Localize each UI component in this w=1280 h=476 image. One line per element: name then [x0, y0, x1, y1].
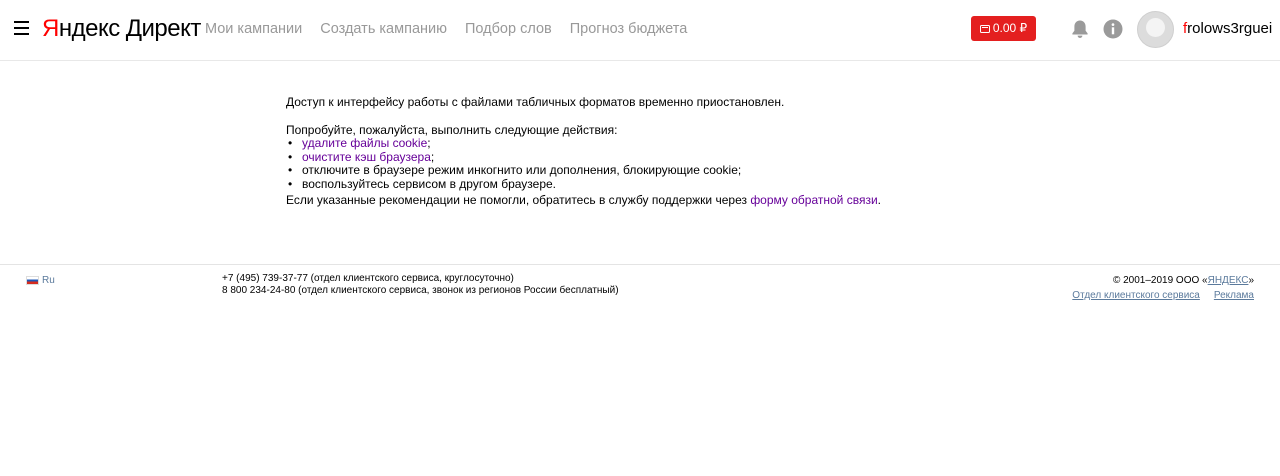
- footer-divider: [0, 264, 1280, 265]
- support-phones: +7 (495) 739-37-77 (отдел клиентского се…: [222, 273, 619, 297]
- footer-links: Отдел клиентского сервиса Реклама: [1072, 290, 1254, 302]
- list-item-suffix: ;: [430, 149, 435, 164]
- client-service-link[interactable]: Отдел клиентского сервиса: [1072, 290, 1200, 302]
- list-item-text: отключите в браузере режим инкогнито или…: [302, 163, 742, 177]
- nav-my-campaigns[interactable]: Мои кампании: [205, 20, 302, 38]
- header: Яндекс Директ Мои кампании Создать кампан…: [0, 0, 1280, 61]
- instructions-intro: Попробуйте, пожалуйста, выполнить следую…: [286, 122, 618, 137]
- balance-amount: 0.00 ₽: [992, 21, 1028, 35]
- wallet-icon: [979, 24, 990, 33]
- list-item: отключите в браузере режим инкогнито или…: [286, 163, 986, 178]
- russia-flag-icon: [26, 276, 39, 285]
- list-item-text: воспользуйтесь сервисом в другом браузер…: [302, 176, 557, 191]
- phone-moscow: +7 (495) 739-37-77 (отдел клиентского се…: [222, 273, 514, 284]
- advertising-link[interactable]: Реклама: [1214, 290, 1254, 302]
- error-lead-text: Доступ к интерфейсу работы с файлами таб…: [286, 95, 785, 109]
- support-text: Если указанные рекомендации не помогли, …: [286, 193, 986, 208]
- yandex-link[interactable]: ЯНДЕКС: [1208, 275, 1249, 286]
- error-message: Доступ к интерфейсу работы с файлами таб…: [286, 95, 986, 208]
- clear-cache-link[interactable]: очистите кэш браузера: [302, 150, 431, 164]
- avatar[interactable]: [1137, 11, 1174, 48]
- instructions-list: удалите файлы cookie; очистите кэш брауз…: [286, 136, 986, 192]
- logo-product-text: Директ: [125, 15, 202, 42]
- username-rest: rolows3rguei: [1187, 20, 1273, 37]
- support-text-lead: Если указанные рекомендации не помогли, …: [286, 193, 751, 207]
- list-item: удалите файлы cookie;: [286, 136, 986, 151]
- language-switcher[interactable]: Ru: [26, 275, 55, 286]
- bell-icon[interactable]: [1069, 18, 1091, 40]
- list-item: воспользуйтесь сервисом в другом браузер…: [286, 176, 986, 192]
- yandex-direct-logo[interactable]: Яндекс Директ: [42, 14, 201, 44]
- phone-free: 8 800 234-24-80 (отдел клиентского серви…: [222, 285, 619, 296]
- copyright-prefix: © 2001–2019 ООО «: [1112, 275, 1208, 286]
- feedback-form-link[interactable]: форму обратной связи: [750, 193, 877, 207]
- nav-create-campaign[interactable]: Создать кампанию: [320, 20, 447, 38]
- copyright-suffix: »: [1248, 275, 1254, 286]
- support-text-end: .: [877, 193, 882, 207]
- nav-budget-forecast[interactable]: Прогноз бюджета: [570, 20, 688, 38]
- info-icon[interactable]: [1103, 19, 1123, 39]
- list-item: очистите кэш браузера;: [286, 149, 986, 165]
- list-item-suffix: ;: [427, 136, 431, 150]
- language-label: Ru: [42, 275, 55, 286]
- logo-yandex-text: ндекс: [58, 15, 120, 42]
- username[interactable]: frolows3rguei: [1183, 20, 1272, 38]
- logo-first-letter: Я: [42, 15, 59, 42]
- copyright: © 2001–2019 ООО «ЯНДЕКС»: [1113, 275, 1254, 287]
- nav-keyword-selection[interactable]: Подбор слов: [465, 20, 552, 38]
- main-nav: Мои кампании Создать кампанию Подбор сло…: [205, 20, 687, 38]
- balance-button[interactable]: 0.00 ₽: [971, 16, 1036, 41]
- menu-icon[interactable]: [14, 21, 29, 35]
- delete-cookies-link[interactable]: удалите файлы cookie: [302, 136, 427, 150]
